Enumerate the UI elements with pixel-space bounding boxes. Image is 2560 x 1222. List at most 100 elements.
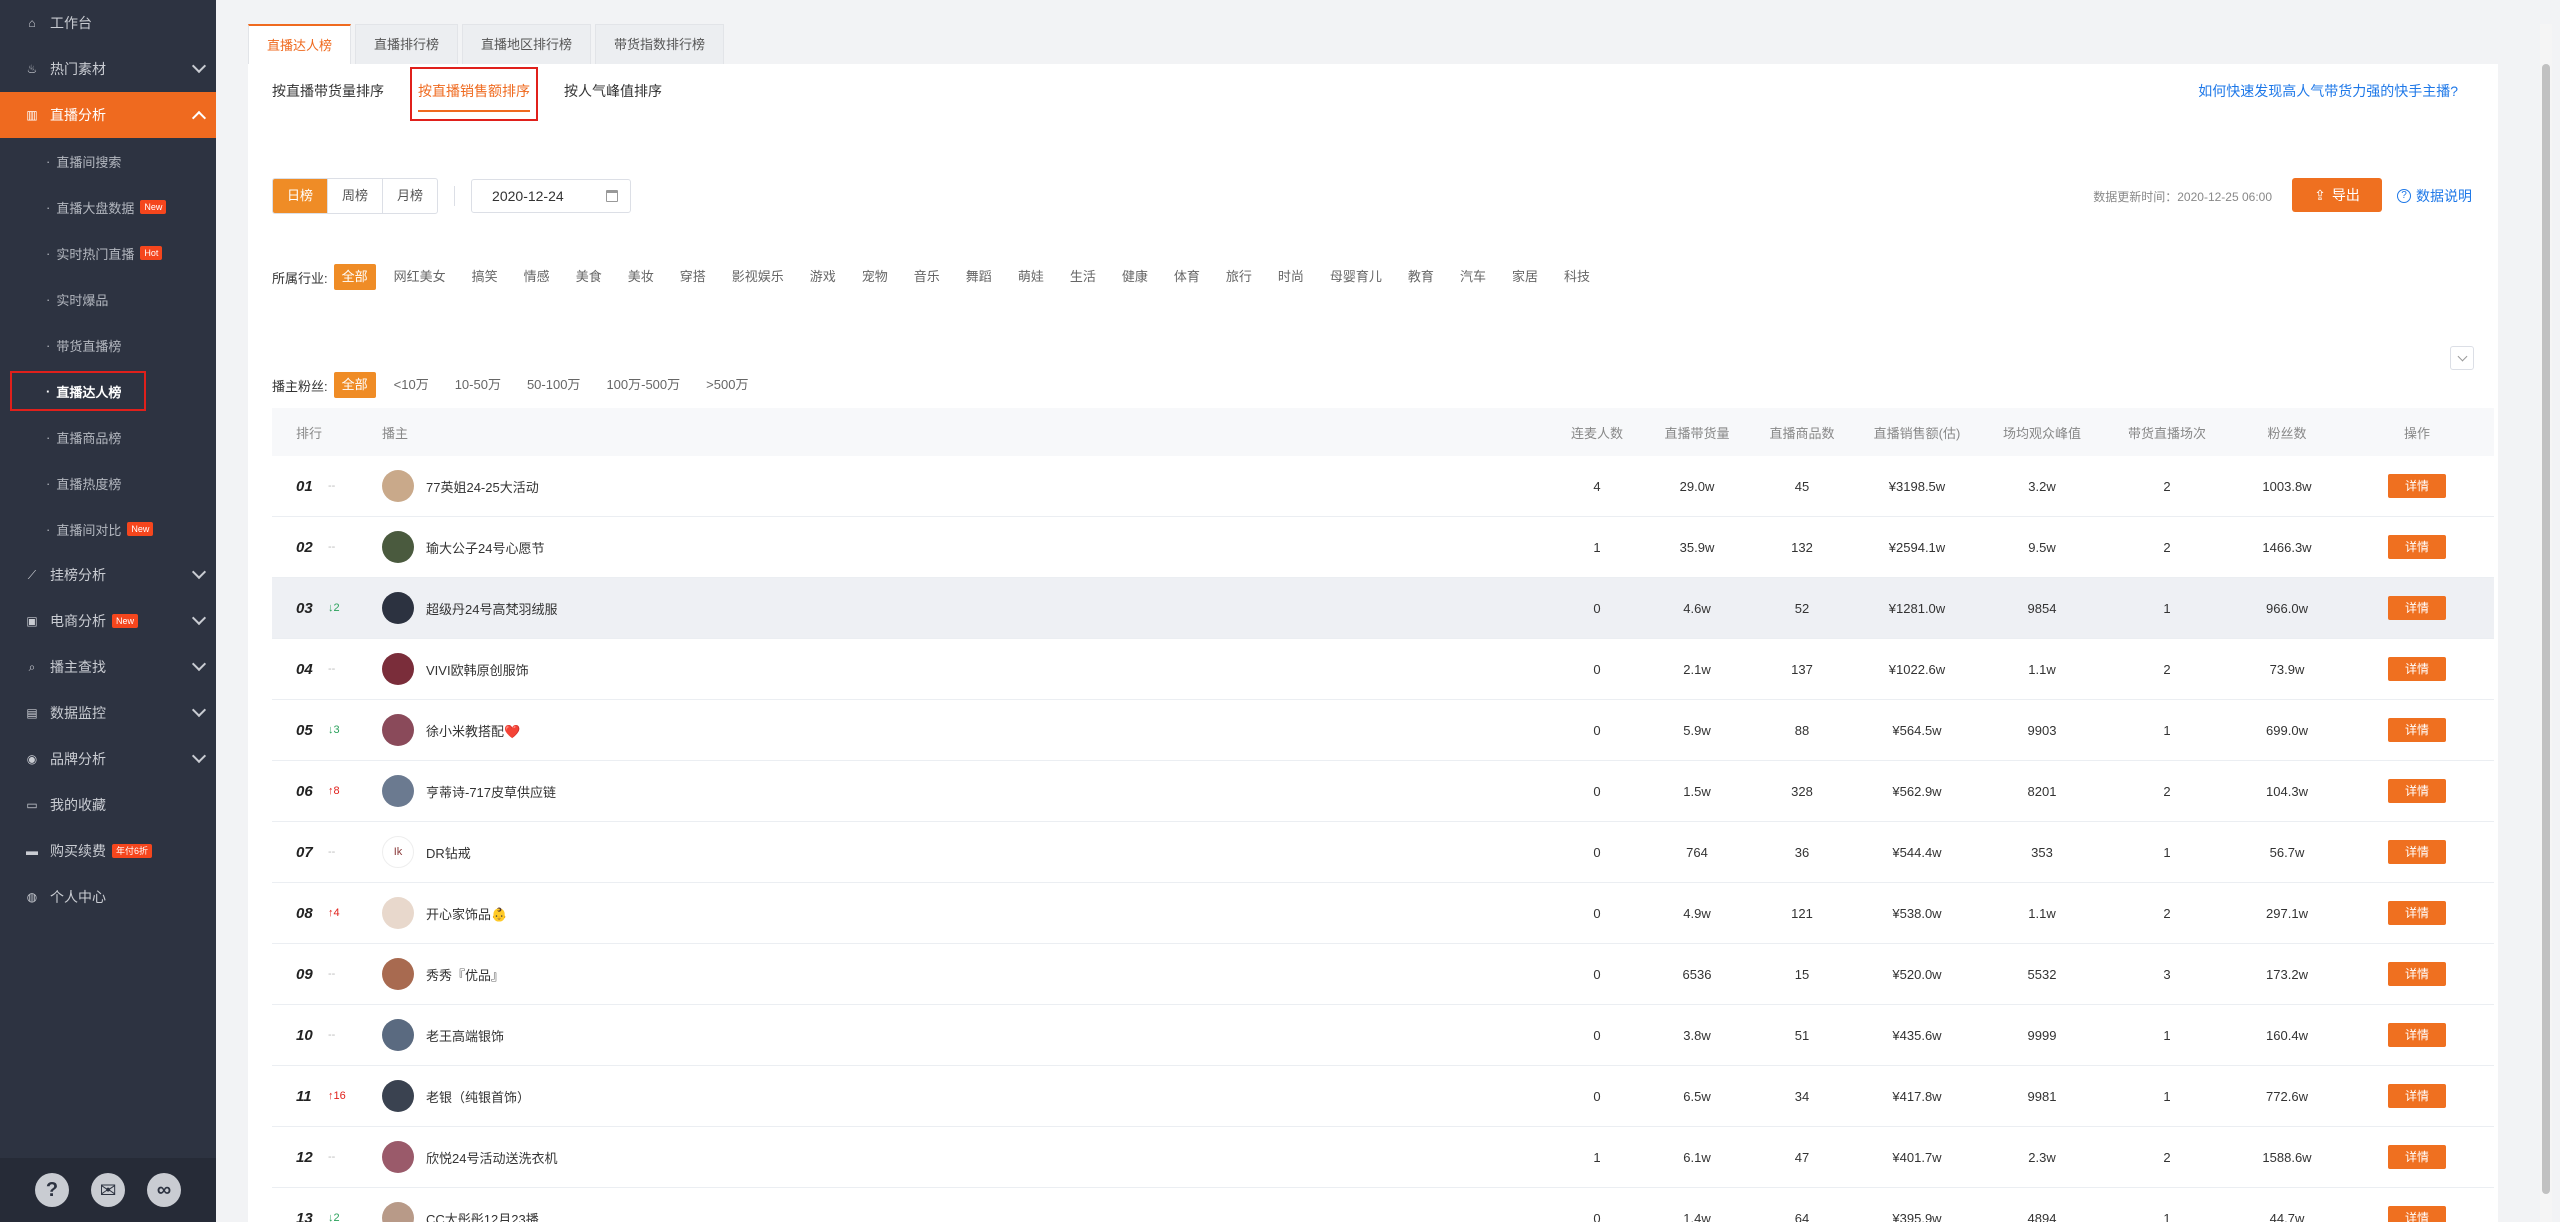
sort-tab-2[interactable]: 按人气峰值排序: [564, 64, 662, 118]
industry-option[interactable]: 科技: [1556, 264, 1598, 290]
sidebar-item-hot-materials[interactable]: ♨ 热门素材: [0, 46, 216, 92]
anchor-name[interactable]: 徐小米教搭配❤️: [426, 721, 520, 740]
avatar[interactable]: [382, 1080, 414, 1112]
industry-option[interactable]: 时尚: [1270, 264, 1312, 290]
table-row[interactable]: 11 ↑16 老银（纯银首饰） 0 6.5w 34 ¥417.8w 9981 1 772.6w 详情: [272, 1066, 2494, 1127]
tab-0[interactable]: 直播达人榜: [248, 24, 352, 64]
avatar[interactable]: [382, 470, 414, 502]
industry-option[interactable]: 生活: [1062, 264, 1104, 290]
detail-button[interactable]: 详情: [2388, 474, 2446, 498]
detail-button[interactable]: 详情: [2388, 1084, 2446, 1108]
table-row[interactable]: 03 ↓2 超级丹24号高梵羽绒服 0 4.6w 52 ¥1281.0w 9854 1 966.0…: [272, 578, 2494, 639]
table-row[interactable]: 02 -- 瑜大公子24号心愿节 1 35.9w 132 ¥2594.1w 9.5w 2 1466…: [272, 517, 2494, 578]
industry-option[interactable]: 宠物: [854, 264, 896, 290]
sidebar-item-ecommerce-analysis[interactable]: ▣ 电商分析 New: [0, 598, 216, 644]
industry-option[interactable]: 网红美女: [386, 264, 454, 290]
table-row[interactable]: 12 -- 欣悦24号活动送洗衣机 1 6.1w 47 ¥401.7w 2.3w 2 1588.6…: [272, 1127, 2494, 1188]
detail-button[interactable]: 详情: [2388, 779, 2446, 803]
sidebar-item-anchor-search[interactable]: ⌕ 播主查找: [0, 644, 216, 690]
sidebar-subitem[interactable]: · 直播达人榜: [0, 368, 216, 414]
sidebar-item-my-favorites[interactable]: ▭ 我的收藏: [0, 782, 216, 828]
sidebar-subitem[interactable]: · 直播热度榜: [0, 460, 216, 506]
tab-2[interactable]: 直播地区排行榜: [462, 24, 592, 64]
anchor-name[interactable]: 老银（纯银首饰）: [426, 1087, 530, 1106]
sidebar-item-data-monitor[interactable]: ▤ 数据监控: [0, 690, 216, 736]
industry-option[interactable]: 健康: [1114, 264, 1156, 290]
anchor-name[interactable]: 77英姐24-25大活动: [426, 477, 539, 496]
table-row[interactable]: 06 ↑8 亨蒂诗-717皮草供应链 0 1.5w 328 ¥562.9w 8201 2 104.…: [272, 761, 2494, 822]
avatar[interactable]: [382, 1202, 414, 1222]
anchor-name[interactable]: 超级丹24号高梵羽绒服: [426, 599, 557, 618]
anchor-name[interactable]: 欣悦24号活动送洗衣机: [426, 1148, 557, 1167]
period-option[interactable]: 日榜: [273, 179, 329, 213]
table-row[interactable]: 10 -- 老王高端银饰 0 3.8w 51 ¥435.6w 9999 1 160.4w 详情: [272, 1005, 2494, 1066]
industry-option[interactable]: 美妆: [620, 264, 662, 290]
industry-option[interactable]: 穿搭: [672, 264, 714, 290]
industry-option[interactable]: 情感: [516, 264, 558, 290]
collapse-filter-button[interactable]: [2450, 346, 2474, 370]
table-row[interactable]: 04 -- VIVI欧韩原创服饰 0 2.1w 137 ¥1022.6w 1.1w 2 73.9w…: [272, 639, 2494, 700]
detail-button[interactable]: 详情: [2388, 657, 2446, 681]
anchor-name[interactable]: 开心家饰品👶: [426, 904, 507, 923]
detail-button[interactable]: 详情: [2388, 840, 2446, 864]
industry-option[interactable]: 舞蹈: [958, 264, 1000, 290]
sidebar-item-workbench[interactable]: ⌂ 工作台: [0, 0, 216, 46]
anchor-name[interactable]: VIVI欧韩原创服饰: [426, 660, 529, 679]
help-link[interactable]: 如何快速发现高人气带货力强的快手主播?: [2198, 64, 2458, 118]
avatar[interactable]: [382, 714, 414, 746]
sort-tab-0[interactable]: 按直播带货量排序: [272, 64, 384, 118]
fans-option[interactable]: 10-50万: [447, 372, 509, 398]
industry-option[interactable]: 家居: [1504, 264, 1546, 290]
anchor-name[interactable]: 亨蒂诗-717皮草供应链: [426, 782, 556, 801]
detail-button[interactable]: 详情: [2388, 1023, 2446, 1047]
table-row[interactable]: 07 -- Ik DR钻戒 0 764 36 ¥544.4w 353 1 56.7w 详情: [272, 822, 2494, 883]
detail-button[interactable]: 详情: [2388, 596, 2446, 620]
table-row[interactable]: 08 ↑4 开心家饰品👶 0 4.9w 121 ¥538.0w 1.1w 2 297.1w 详情: [272, 883, 2494, 944]
industry-option[interactable]: 教育: [1400, 264, 1442, 290]
scrollbar-thumb[interactable]: [2542, 64, 2550, 1194]
industry-option[interactable]: 汽车: [1452, 264, 1494, 290]
industry-option[interactable]: 游戏: [802, 264, 844, 290]
industry-option[interactable]: 搞笑: [464, 264, 506, 290]
export-button[interactable]: ⇪ 导出: [2292, 178, 2382, 212]
fans-option[interactable]: >500万: [698, 372, 756, 398]
industry-option[interactable]: 全部: [333, 264, 376, 290]
period-option[interactable]: 周榜: [328, 179, 384, 213]
help-icon[interactable]: ?: [35, 1173, 69, 1207]
sidebar-item-purchase-renew[interactable]: ▬ 购买续费 年付6折: [0, 828, 216, 874]
avatar[interactable]: [382, 897, 414, 929]
detail-button[interactable]: 详情: [2388, 962, 2446, 986]
anchor-name[interactable]: DR钻戒: [426, 843, 471, 862]
fans-option[interactable]: 50-100万: [519, 372, 588, 398]
avatar[interactable]: [382, 653, 414, 685]
sort-tab-1[interactable]: 按直播销售额排序: [410, 64, 538, 121]
avatar[interactable]: [382, 1141, 414, 1173]
table-row[interactable]: 09 -- 秀秀『优品』 0 6536 15 ¥520.0w 5532 3 173.2w 详情: [272, 944, 2494, 1005]
anchor-name[interactable]: 老王高端银饰: [426, 1026, 504, 1045]
industry-option[interactable]: 体育: [1166, 264, 1208, 290]
avatar[interactable]: Ik: [382, 836, 414, 868]
industry-option[interactable]: 影视娱乐: [724, 264, 792, 290]
sidebar-item-live-analysis[interactable]: ▥ 直播分析: [0, 92, 216, 138]
anchor-name[interactable]: CC大彤彤12月23播: [426, 1209, 539, 1222]
industry-option[interactable]: 母婴育儿: [1322, 264, 1390, 290]
sidebar-item-hanging-analysis[interactable]: ⟋ 挂榜分析: [0, 552, 216, 598]
sidebar-subitem[interactable]: · 直播商品榜: [0, 414, 216, 460]
table-row[interactable]: 01 -- 77英姐24-25大活动 4 29.0w 45 ¥3198.5w 3.2w 2 100…: [272, 456, 2494, 517]
date-picker[interactable]: 2020-12-24: [471, 179, 632, 213]
link-icon[interactable]: ∞: [147, 1173, 181, 1207]
sidebar-item-personal-center[interactable]: ◍ 个人中心: [0, 874, 216, 920]
table-row[interactable]: 13 ↓2 CC大彤彤12月23播 0 1.4w 64 ¥395.9w 4894 1 44.7w 详…: [272, 1188, 2494, 1222]
industry-option[interactable]: 萌娃: [1010, 264, 1052, 290]
wechat-icon[interactable]: ✉: [91, 1173, 125, 1207]
detail-button[interactable]: 详情: [2388, 1145, 2446, 1169]
avatar[interactable]: [382, 531, 414, 563]
detail-button[interactable]: 详情: [2388, 535, 2446, 559]
sidebar-subitem[interactable]: · 带货直播榜: [0, 322, 216, 368]
fans-option[interactable]: 全部: [333, 372, 376, 398]
avatar[interactable]: [382, 958, 414, 990]
tab-1[interactable]: 直播排行榜: [355, 24, 459, 64]
fans-option[interactable]: <10万: [386, 372, 437, 398]
avatar[interactable]: [382, 775, 414, 807]
industry-option[interactable]: 旅行: [1218, 264, 1260, 290]
